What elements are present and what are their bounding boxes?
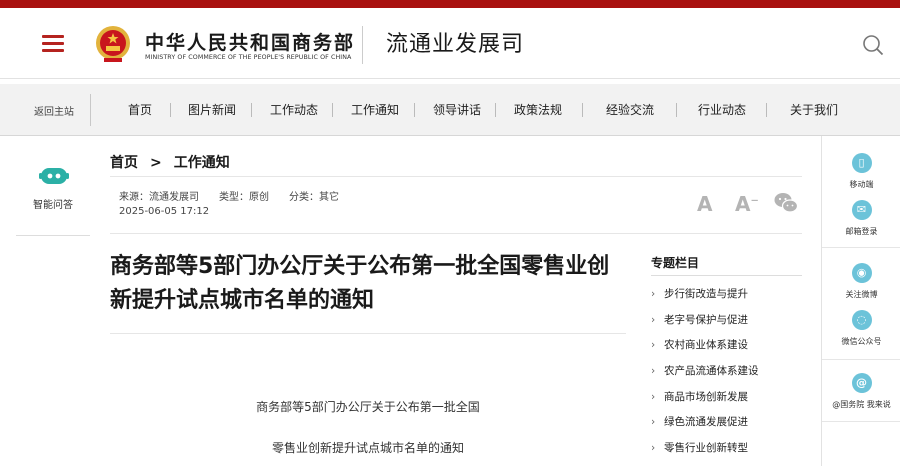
nav-item-work-notices[interactable]: 工作通知: [351, 101, 399, 118]
topics-heading: 专题栏目: [651, 256, 700, 270]
meta-divider: [110, 233, 802, 234]
right-bar-label: 微信公众号: [841, 337, 882, 346]
topic-label: 农产品流通体系建设: [664, 365, 759, 377]
nav-separator: [90, 94, 91, 126]
topic-link[interactable]: › 农村商业体系建设: [651, 337, 748, 352]
robot-icon[interactable]: [39, 164, 69, 188]
article-body-line: 零售业创新提升试点城市名单的通知: [271, 441, 464, 455]
meta-category: 分类：其它: [289, 192, 339, 203]
right-quick-bar: ▯ 移动端 ✉ 邮箱登录 ◉ 关注微博 ◌ 微信公众号 @ @国务院 我来说: [821, 136, 900, 466]
ministry-name-en: MINISTRY OF COMMERCE OF THE PEOPLE'S REP…: [145, 54, 352, 61]
article-body-line: 商务部等5部门办公厅关于公布第一批全国: [256, 400, 480, 414]
header-bottom-line: [0, 78, 900, 79]
nav-item-industry-news[interactable]: 行业动态: [698, 101, 746, 118]
nav-pipe: [251, 103, 252, 117]
topic-label: 绿色流通发展促进: [664, 416, 748, 428]
top-brand-bar: [0, 0, 900, 8]
nav-item-policies[interactable]: 政策法规: [514, 101, 562, 118]
nav-item-home[interactable]: 首页: [128, 101, 152, 118]
right-bar-wechat[interactable]: ◌ 微信公众号: [822, 310, 900, 347]
nav-pipe: [766, 103, 767, 117]
at-icon: @: [851, 373, 872, 393]
right-bar-label: 关注微博: [845, 290, 878, 299]
right-bar-label: 邮箱登录: [845, 227, 878, 236]
font-size-large-button[interactable]: A: [697, 192, 712, 216]
topic-link[interactable]: › 零售行业创新转型: [651, 440, 748, 455]
nav-item-work-updates[interactable]: 工作动态: [270, 101, 318, 118]
search-icon[interactable]: [862, 34, 884, 56]
breadcrumb-divider: [110, 176, 802, 177]
nav-pipe: [495, 103, 496, 117]
meta-source: 来源：流通发展司: [119, 192, 199, 203]
chevron-right-icon: ›: [651, 442, 656, 454]
topic-link[interactable]: › 步行街改造与提升: [651, 286, 748, 301]
chevron-right-icon: ›: [651, 314, 656, 326]
topic-label: 步行街改造与提升: [664, 288, 748, 300]
right-bar-divider: [822, 247, 900, 248]
font-size-small-button[interactable]: A−: [735, 192, 759, 216]
nav-pipe: [676, 103, 677, 117]
right-bar-state-council[interactable]: @ @国务院 我来说: [822, 373, 900, 410]
font-size-small-letter: A: [735, 192, 751, 216]
breadcrumb: 首页 > 工作通知: [110, 152, 230, 172]
topic-link[interactable]: › 商品市场创新发展: [651, 389, 748, 404]
national-emblem-icon: [96, 26, 130, 62]
topic-label: 农村商业体系建设: [664, 339, 748, 351]
article-title: 商务部等5部门办公厅关于公布第一批全国零售业创新提升试点城市名单的通知: [110, 254, 610, 313]
breadcrumb-arrow: >: [150, 155, 162, 171]
meta-type: 类型：原创: [219, 192, 269, 203]
nav-pipe: [170, 103, 171, 117]
breadcrumb-current[interactable]: 工作通知: [174, 155, 230, 171]
department-name: 流通业发展司: [386, 32, 525, 57]
right-bar-mail[interactable]: ✉ 邮箱登录: [822, 200, 900, 237]
title-divider: [110, 333, 626, 334]
weibo-icon: ◉: [851, 263, 872, 283]
right-bar-label: 移动端: [849, 180, 874, 189]
topics-divider: [651, 275, 802, 276]
right-bar-mobile[interactable]: ▯ 移动端: [822, 153, 900, 190]
chevron-right-icon: ›: [651, 288, 656, 300]
right-bar-divider: [822, 421, 900, 422]
chevron-right-icon: ›: [651, 416, 656, 428]
nav-pipe: [582, 103, 583, 117]
main-nav: 返回主站 首页 图片新闻 工作动态 工作通知 领导讲话 政策法规 经验交流 行业…: [0, 84, 900, 136]
chevron-right-icon: ›: [651, 365, 656, 377]
breadcrumb-home[interactable]: 首页: [110, 155, 138, 171]
topic-label: 商品市场创新发展: [664, 391, 748, 403]
chevron-right-icon: ›: [651, 339, 656, 351]
topic-label: 老字号保护与促进: [664, 314, 748, 326]
nav-pipe: [332, 103, 333, 117]
right-bar-label: @国务院 我来说: [832, 400, 891, 409]
smart-qa-label: 智能问答: [33, 200, 73, 211]
right-bar-divider: [822, 359, 900, 360]
menu-icon[interactable]: [42, 34, 64, 52]
topic-link[interactable]: › 农产品流通体系建设: [651, 363, 759, 378]
topic-label: 零售行业创新转型: [664, 442, 748, 454]
mail-icon: ✉: [851, 200, 872, 220]
smart-qa-panel[interactable]: 智能问答: [16, 152, 90, 236]
nav-item-about-us[interactable]: 关于我们: [790, 101, 838, 118]
topic-link[interactable]: › 老字号保护与促进: [651, 312, 748, 327]
article-meta: 来源：流通发展司 类型：原创 分类：其它: [119, 188, 359, 203]
back-to-main-site-link[interactable]: 返回主站: [34, 103, 74, 118]
site-header: 中华人民共和国商务部 MINISTRY OF COMMERCE OF THE P…: [0, 8, 900, 78]
mobile-icon: ▯: [851, 153, 872, 173]
chevron-right-icon: ›: [651, 391, 656, 403]
nav-item-leader-speeches[interactable]: 领导讲话: [433, 101, 481, 118]
nav-item-photo-news[interactable]: 图片新闻: [188, 101, 236, 118]
header-divider: [362, 26, 363, 64]
ministry-name-cn: 中华人民共和国商务部: [145, 32, 356, 54]
wechat-icon: ◌: [851, 310, 872, 330]
nav-item-experience[interactable]: 经验交流: [606, 101, 654, 118]
nav-pipe: [414, 103, 415, 117]
topic-link[interactable]: › 绿色流通发展促进: [651, 414, 748, 429]
font-size-small-mark: −: [750, 195, 759, 207]
publish-date: 2025-06-05 17:12: [119, 206, 210, 217]
right-bar-weibo[interactable]: ◉ 关注微博: [822, 263, 900, 300]
wechat-share-icon[interactable]: [774, 192, 798, 214]
